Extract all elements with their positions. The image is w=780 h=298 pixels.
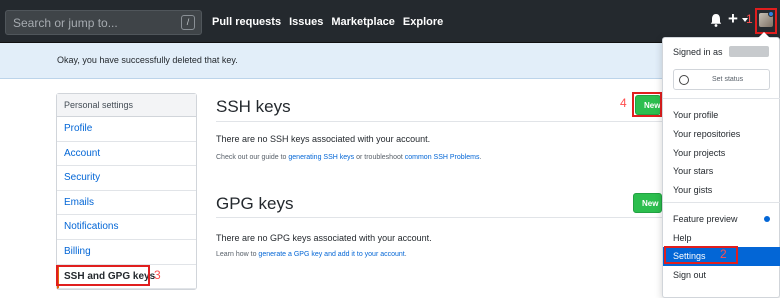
ssh-note-prefix: Check out our guide to <box>216 154 289 161</box>
annotation-box-3 <box>56 265 150 286</box>
ssh-keys-title: SSH keys <box>216 97 291 116</box>
ssh-empty-text: There are no SSH keys associated with yo… <box>216 134 431 144</box>
menu-help[interactable]: Help <box>673 233 692 243</box>
annotation-1: 1 <box>746 12 753 26</box>
sidebar-item-profile[interactable]: Profile <box>57 117 196 142</box>
nav-pull-requests[interactable]: Pull requests <box>212 16 281 28</box>
ssh-note-suffix: . <box>479 154 482 161</box>
flash-text: Okay, you have successfully deleted that… <box>57 55 238 65</box>
generate-gpg-key-link[interactable]: generate a GPG key and add it to your ac… <box>258 251 404 258</box>
menu-sign-out[interactable]: Sign out <box>673 270 706 280</box>
search-input[interactable]: Search or jump to... / <box>5 10 202 35</box>
sidebar-item-security[interactable]: Security <box>57 166 196 191</box>
gpg-help-note: Learn how to generate a GPG key and add … <box>216 251 407 258</box>
dropdown-divider <box>663 98 780 99</box>
generating-ssh-keys-link[interactable]: generating SSH keys <box>288 154 354 161</box>
nav-marketplace[interactable]: Marketplace <box>331 16 395 28</box>
menu-your-gists[interactable]: Your gists <box>673 185 712 195</box>
username-redacted <box>729 46 769 57</box>
sidebar-item-account[interactable]: Account <box>57 142 196 167</box>
annotation-3: 3 <box>154 268 161 282</box>
ssh-note-middle: or troubleshoot <box>354 154 405 161</box>
dropdown-divider <box>663 202 780 203</box>
annotation-2: 2 <box>720 247 727 261</box>
menu-your-projects[interactable]: Your projects <box>673 148 725 158</box>
gpg-note-prefix: Learn how to <box>216 251 259 258</box>
main-nav: Pull requests Issues Marketplace Explore <box>212 16 443 28</box>
nav-explore[interactable]: Explore <box>403 16 443 28</box>
plus-icon[interactable]: + <box>728 9 738 29</box>
set-status-label: Set status <box>712 76 744 83</box>
status-dot-icon <box>768 11 774 17</box>
sidebar-item-emails[interactable]: Emails <box>57 191 196 216</box>
bell-icon[interactable] <box>710 13 722 27</box>
common-ssh-problems-link[interactable]: common SSH Problems <box>405 154 480 161</box>
menu-your-stars[interactable]: Your stars <box>673 166 713 176</box>
dropdown-caret <box>758 32 770 38</box>
sidebar-item-billing[interactable]: Billing <box>57 240 196 265</box>
search-shortcut-key: / <box>181 15 195 30</box>
set-status-button[interactable]: Set status <box>673 69 770 90</box>
avatar-menu-button[interactable] <box>755 8 777 34</box>
menu-your-profile[interactable]: Your profile <box>673 110 718 120</box>
gpg-empty-text: There are no GPG keys associated with yo… <box>216 233 432 243</box>
new-feature-dot-icon <box>764 216 770 222</box>
gpg-keys-title: GPG keys <box>216 194 294 213</box>
smiley-icon <box>679 75 689 85</box>
ssh-help-note: Check out our guide to generating SSH ke… <box>216 154 481 161</box>
annotation-box-4 <box>632 92 662 117</box>
menu-your-repositories[interactable]: Your repositories <box>673 129 740 139</box>
search-placeholder: Search or jump to... <box>13 16 118 30</box>
menu-feature-preview[interactable]: Feature preview <box>673 214 738 224</box>
sidebar-heading: Personal settings <box>57 94 196 117</box>
nav-issues[interactable]: Issues <box>289 16 323 28</box>
settings-page: Search or jump to... / Pull requests Iss… <box>0 0 780 298</box>
gpg-title-divider <box>216 217 666 218</box>
gpg-note-suffix: . <box>404 251 407 258</box>
new-gpg-key-button[interactable]: New GPG key <box>633 193 662 213</box>
sidebar-item-notifications[interactable]: Notifications <box>57 215 196 240</box>
annotation-4: 4 <box>620 96 627 110</box>
settings-sidebar: Personal settings Profile Account Securi… <box>56 93 197 291</box>
ssh-title-divider <box>216 121 666 122</box>
signed-in-label: Signed in as <box>673 47 723 57</box>
